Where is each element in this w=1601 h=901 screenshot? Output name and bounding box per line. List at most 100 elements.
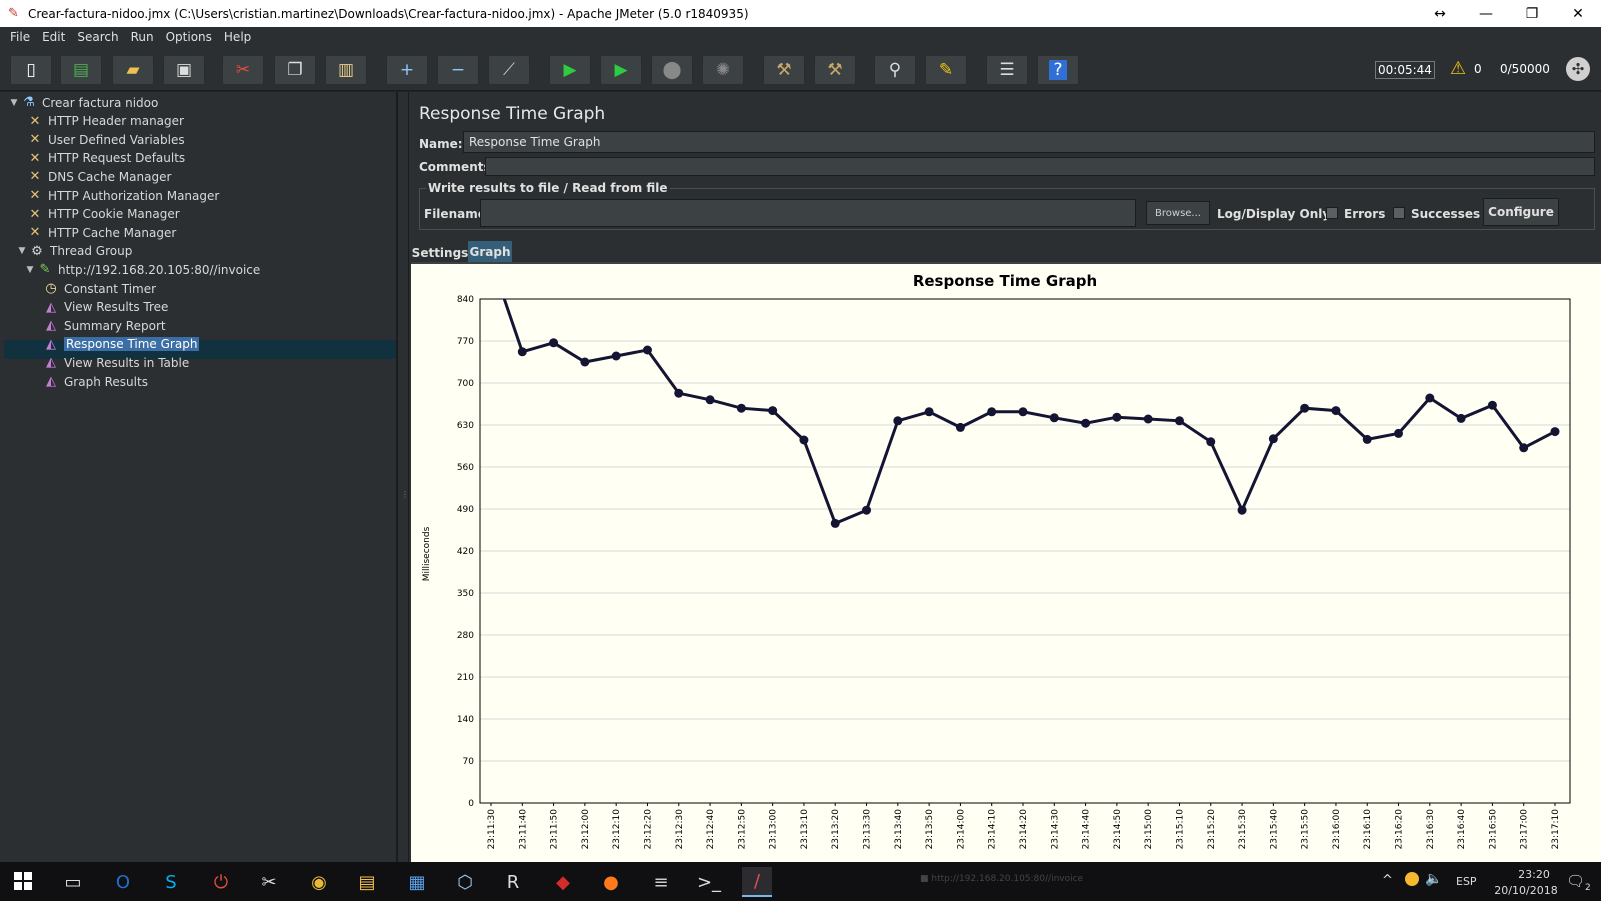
tree-item[interactable]: ◷ Constant Timer: [30, 279, 156, 298]
x-tick-label: 23:11:40: [518, 809, 528, 850]
file-explorer-icon[interactable]: ▤: [352, 867, 382, 897]
templates-button[interactable]: ▤: [60, 55, 102, 85]
collapse-button[interactable]: −: [437, 55, 479, 85]
tree-item[interactable]: ✕ HTTP Authorization Manager: [14, 186, 220, 205]
red-app-icon[interactable]: ◆: [548, 867, 578, 897]
skype-icon[interactable]: S: [156, 867, 186, 897]
tray-overflow-icon[interactable]: ^: [1382, 873, 1393, 888]
x-tick-label: 23:13:50: [925, 809, 935, 850]
tree-item[interactable]: ✕ HTTP Header manager: [14, 112, 184, 131]
tree-item[interactable]: ▼ ✎ http://192.168.20.105:80//invoice: [24, 260, 261, 279]
tree-item[interactable]: ▼ ⚗ Crear factura nidoo: [8, 93, 159, 112]
clock-date[interactable]: 20/10/2018: [1486, 884, 1566, 897]
network-icon[interactable]: [1405, 872, 1419, 886]
tab-settings[interactable]: Settings: [412, 243, 469, 263]
tree-item[interactable]: ◭ View Results Tree: [30, 298, 168, 317]
volume-icon[interactable]: 🔈: [1425, 871, 1442, 887]
shutdown-button[interactable]: ✺: [702, 55, 744, 85]
function-helper-button[interactable]: ☰: [986, 55, 1028, 85]
start-button[interactable]: ▶: [549, 55, 591, 85]
expander-icon[interactable]: ▼: [16, 246, 28, 256]
tree-item[interactable]: ✕ HTTP Cache Manager: [14, 223, 177, 242]
menu-run[interactable]: Run: [125, 30, 160, 44]
save-icon: ▣: [175, 60, 193, 80]
minimize-button[interactable]: —: [1463, 0, 1509, 27]
windows-start-icon[interactable]: [14, 872, 32, 890]
successes-checkbox[interactable]: [1393, 207, 1405, 219]
snipping-icon[interactable]: ✂: [254, 867, 284, 897]
tree-item[interactable]: ✕ HTTP Request Defaults: [14, 149, 186, 168]
notepad-icon[interactable]: ≡: [646, 867, 676, 897]
tree-item[interactable]: ◭ Summary Report: [30, 316, 166, 335]
firefox-icon[interactable]: ●: [596, 867, 626, 897]
menu-help[interactable]: Help: [218, 30, 257, 44]
data-point: [768, 406, 778, 416]
open-button[interactable]: ▰: [112, 55, 154, 85]
terminal-icon[interactable]: >_: [694, 867, 724, 897]
task-view-icon[interactable]: ▭: [58, 867, 88, 897]
cut-button[interactable]: ✂: [222, 55, 264, 85]
tree-item-label: Crear factura nidoo: [42, 95, 159, 110]
menu-edit[interactable]: Edit: [36, 30, 71, 44]
name-field[interactable]: [463, 131, 1595, 153]
clear-all-button[interactable]: ⚒: [814, 55, 856, 85]
notifications-icon[interactable]: 🗨2: [1566, 872, 1591, 893]
clear-button[interactable]: ⚒: [763, 55, 805, 85]
expander-icon[interactable]: ▼: [8, 98, 20, 108]
y-tick-label: 770: [457, 337, 474, 347]
restore-button[interactable]: ❐: [1509, 0, 1555, 27]
clear-all-icon: ⚒: [827, 60, 843, 80]
resize-icon[interactable]: ↔: [1417, 0, 1463, 27]
paste-button[interactable]: ▥: [325, 55, 367, 85]
menu-search[interactable]: Search: [71, 30, 124, 44]
menu-options[interactable]: Options: [160, 30, 218, 44]
rd-app-icon[interactable]: R: [498, 867, 528, 897]
expander-icon[interactable]: ▼: [24, 265, 36, 275]
chrome-icon[interactable]: ◉: [304, 867, 334, 897]
log-display-label: Log/Display Only:: [1217, 207, 1335, 221]
stop-button[interactable]: ⬤: [651, 55, 693, 85]
menu-file[interactable]: File: [4, 30, 36, 44]
errors-checkbox[interactable]: [1326, 207, 1338, 219]
tab-graph[interactable]: Graph: [468, 241, 512, 262]
expand-button[interactable]: +: [386, 55, 428, 85]
tree-item[interactable]: ✕ DNS Cache Manager: [14, 167, 172, 186]
tree-item[interactable]: ◭ View Results in Table: [30, 353, 189, 372]
tree-item[interactable]: ◭ Graph Results: [30, 372, 148, 391]
warning-icon[interactable]: ⚠: [1450, 58, 1466, 79]
tree-item[interactable]: ◭ Response Time Graph: [30, 335, 200, 354]
tree-item[interactable]: ▼ ⚙ Thread Group: [16, 242, 133, 261]
close-button[interactable]: ✕: [1555, 0, 1601, 27]
configure-button[interactable]: Configure: [1483, 198, 1559, 226]
errors-label[interactable]: Errors: [1344, 207, 1385, 221]
filename-field[interactable]: [480, 199, 1136, 227]
reset-search-button[interactable]: ✎: [925, 55, 967, 85]
tree-item[interactable]: ✕ HTTP Cookie Manager: [14, 205, 180, 224]
split-pane-divider[interactable]: ⋮: [397, 92, 409, 862]
remote-status-icon[interactable]: ✣: [1566, 57, 1590, 81]
successes-label[interactable]: Successes: [1411, 207, 1480, 221]
new-button[interactable]: ▯: [10, 55, 52, 85]
cube-app-icon[interactable]: ⬡: [450, 867, 480, 897]
listener-icon: ◭: [46, 355, 56, 371]
toggle-button[interactable]: ⟋: [488, 55, 530, 85]
start-no-pauses-button[interactable]: ▶: [600, 55, 642, 85]
clock-time[interactable]: 23:20: [1504, 868, 1564, 881]
save-button[interactable]: ▣: [163, 55, 205, 85]
browse-button[interactable]: Browse...: [1146, 201, 1210, 225]
tree-item-label: Constant Timer: [64, 281, 157, 296]
x-tick-label: 23:17:10: [1551, 809, 1561, 850]
comments-field[interactable]: [485, 157, 1595, 176]
search-button[interactable]: ⚲: [874, 55, 916, 85]
tree-item[interactable]: ✕ User Defined Variables: [14, 130, 185, 149]
input-language[interactable]: ESP: [1456, 875, 1477, 888]
listener-icon: ◭: [46, 374, 56, 389]
data-point: [987, 407, 997, 417]
jmeter-icon[interactable]: /: [742, 867, 772, 897]
tree-item-label: User Defined Variables: [48, 132, 185, 147]
power-app-icon[interactable]: ⏻: [206, 867, 236, 897]
outlook-icon[interactable]: O: [108, 867, 138, 897]
help-button[interactable]: ?: [1037, 55, 1079, 85]
desktop-app-icon[interactable]: ▦: [402, 867, 432, 897]
copy-button[interactable]: ❐: [274, 55, 316, 85]
